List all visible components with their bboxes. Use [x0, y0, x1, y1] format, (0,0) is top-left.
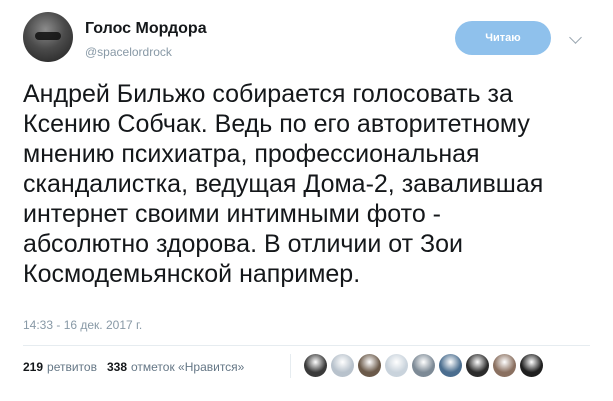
- retweets-count[interactable]: 219: [23, 360, 43, 374]
- liker-avatar-icon[interactable]: [466, 354, 489, 377]
- divider: [23, 345, 590, 346]
- author-display-name[interactable]: Голос Мордора: [85, 20, 207, 38]
- chevron-down-icon[interactable]: [569, 31, 582, 44]
- liker-avatar-icon[interactable]: [358, 354, 381, 377]
- liker-avatar-icon[interactable]: [304, 354, 327, 377]
- tweet-text: Андрей Бильжо собирается голосовать за К…: [23, 80, 544, 288]
- tweet-timestamp[interactable]: 14:33 - 16 дек. 2017 г.: [23, 318, 142, 332]
- liker-avatar-icon[interactable]: [412, 354, 435, 377]
- likes-label[interactable]: отметок «Нравится»: [131, 360, 244, 374]
- retweets-label[interactable]: ретвитов: [47, 360, 97, 374]
- user-avatar-icon[interactable]: [23, 12, 73, 62]
- liker-avatar-icon[interactable]: [520, 354, 543, 377]
- liker-avatars: [304, 354, 543, 377]
- tweet-stats: 219 ретвитов 338 отметок «Нравится»: [23, 360, 250, 374]
- liker-avatar-icon[interactable]: [439, 354, 462, 377]
- liker-avatar-icon[interactable]: [385, 354, 408, 377]
- stats-separator: [290, 354, 291, 378]
- likes-count[interactable]: 338: [107, 360, 127, 374]
- liker-avatar-icon[interactable]: [331, 354, 354, 377]
- follow-button[interactable]: Читаю: [455, 21, 551, 55]
- tweet-card: Голос Мордора @spacelordrock Читаю Андре…: [0, 0, 613, 401]
- author-screen-name[interactable]: @spacelordrock: [85, 45, 172, 59]
- liker-avatar-icon[interactable]: [493, 354, 516, 377]
